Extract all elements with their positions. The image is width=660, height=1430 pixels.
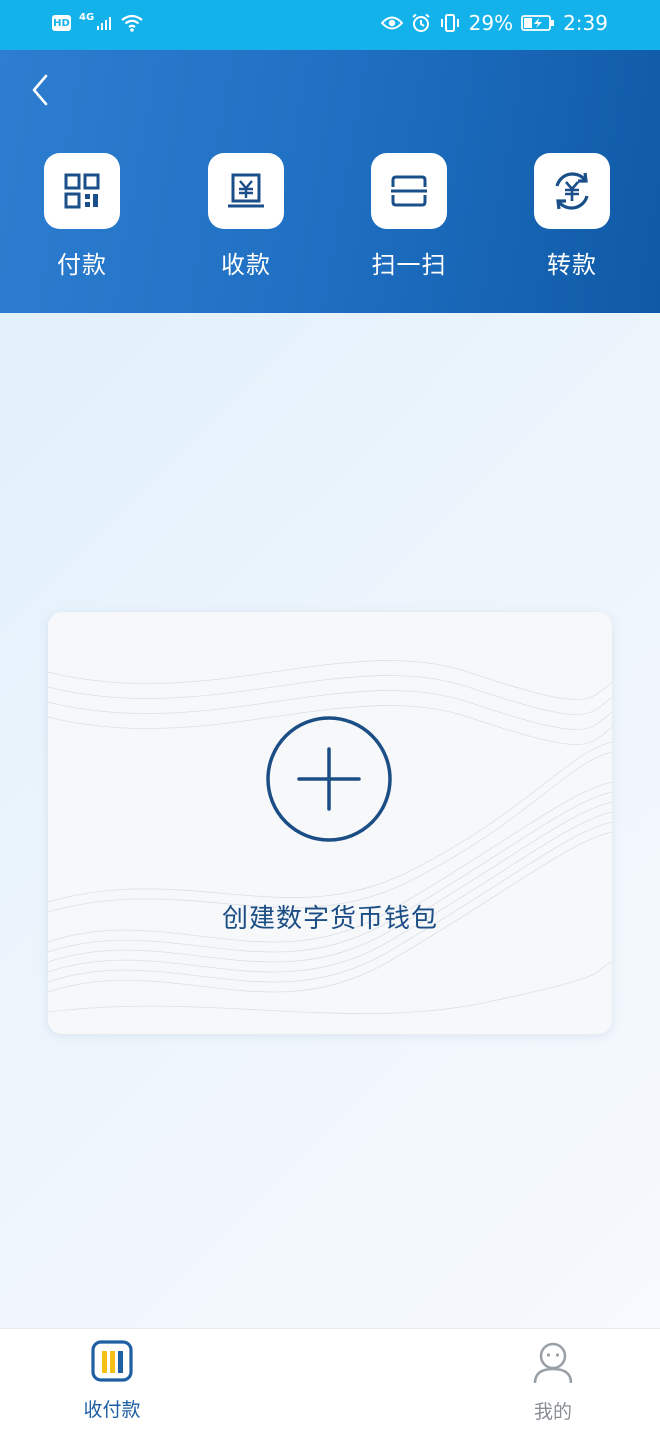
chevron-left-icon — [32, 74, 48, 106]
transfer-label: 转款 — [547, 251, 597, 279]
hd-badge: HD — [52, 15, 71, 31]
plus-circle-icon[interactable] — [265, 715, 393, 843]
network-type: 4G — [79, 11, 95, 23]
alarm-icon — [411, 13, 430, 32]
receive-action[interactable]: 收款 — [191, 153, 301, 280]
receive-tile[interactable] — [208, 153, 284, 229]
back-button[interactable] — [22, 70, 58, 110]
bottom-nav: 收付款 我的 — [0, 1328, 660, 1430]
scan-label: 扫一扫 — [371, 251, 447, 279]
nav-item-profile[interactable]: 我的 — [493, 1339, 613, 1424]
eye-icon — [380, 16, 403, 30]
receive-label: 收款 — [221, 251, 271, 279]
main-content: 创建数字货币钱包 — [0, 313, 660, 1328]
battery-charging-icon — [521, 15, 555, 31]
signal-icon — [97, 17, 112, 30]
pay-tile[interactable] — [44, 153, 120, 229]
wallet-card-icon — [91, 1340, 133, 1382]
vibrate-icon — [440, 14, 459, 32]
create-wallet-label: 创建数字货币钱包 — [221, 904, 438, 934]
scan-tile[interactable] — [371, 153, 447, 229]
transfer-action[interactable]: 转款 — [517, 153, 627, 280]
nav-label-profile: 我的 — [533, 1401, 572, 1423]
scan-icon — [391, 175, 427, 207]
pay-label: 付款 — [57, 251, 107, 279]
header: 付款 收款 扫一扫 转款 — [0, 50, 660, 313]
status-bar: HD 4G 29% 2:39 — [0, 0, 660, 50]
nav-label-payments: 收付款 — [83, 1399, 141, 1421]
transfer-tile[interactable] — [534, 153, 610, 229]
qr-code-icon — [64, 173, 100, 209]
scan-action[interactable]: 扫一扫 — [354, 153, 464, 280]
create-wallet-card[interactable]: 创建数字货币钱包 — [48, 612, 612, 1034]
clock: 2:39 — [563, 11, 608, 35]
battery-percent: 29% — [468, 11, 514, 35]
yuan-transfer-icon — [555, 172, 589, 210]
wifi-icon — [121, 14, 143, 32]
yuan-receipt-icon — [228, 173, 264, 208]
pay-action[interactable]: 付款 — [27, 153, 137, 280]
nav-item-payments[interactable]: 收付款 — [52, 1339, 172, 1422]
user-icon — [533, 1342, 573, 1384]
